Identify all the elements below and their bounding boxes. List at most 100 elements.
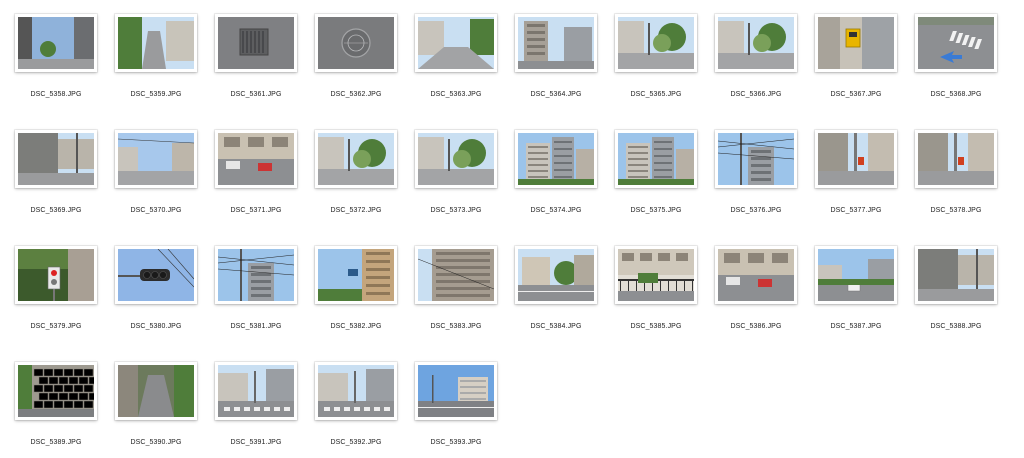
file-name-label[interactable]: DSC_5382.JPG bbox=[306, 323, 406, 330]
file-name-label[interactable]: DSC_5369.JPG bbox=[6, 207, 106, 214]
file-item[interactable]: DSC_5371.JPG bbox=[206, 130, 306, 240]
image-thumbnail[interactable] bbox=[315, 362, 397, 420]
file-name-label[interactable]: DSC_5378.JPG bbox=[906, 207, 1006, 214]
image-thumbnail[interactable] bbox=[15, 130, 97, 188]
file-name-label[interactable]: DSC_5381.JPG bbox=[206, 323, 306, 330]
image-thumbnail[interactable] bbox=[615, 246, 697, 304]
image-thumbnail[interactable] bbox=[415, 246, 497, 304]
image-thumbnail[interactable] bbox=[215, 362, 297, 420]
file-item[interactable]: DSC_5372.JPG bbox=[306, 130, 406, 240]
file-name-label[interactable]: DSC_5385.JPG bbox=[606, 323, 706, 330]
file-item[interactable]: DSC_5375.JPG bbox=[606, 130, 706, 240]
file-name-label[interactable]: DSC_5371.JPG bbox=[206, 207, 306, 214]
file-name-label[interactable]: DSC_5365.JPG bbox=[606, 91, 706, 98]
file-item[interactable]: DSC_5365.JPG bbox=[606, 14, 706, 124]
file-name-label[interactable]: DSC_5390.JPG bbox=[106, 439, 206, 446]
file-name-label[interactable]: DSC_5358.JPG bbox=[6, 91, 106, 98]
image-thumbnail[interactable] bbox=[15, 14, 97, 72]
image-thumbnail[interactable] bbox=[415, 14, 497, 72]
file-name-label[interactable]: DSC_5391.JPG bbox=[206, 439, 306, 446]
file-name-label[interactable]: DSC_5372.JPG bbox=[306, 207, 406, 214]
file-item[interactable]: DSC_5389.JPG bbox=[6, 362, 106, 458]
image-thumbnail[interactable] bbox=[815, 14, 897, 72]
file-name-label[interactable]: DSC_5383.JPG bbox=[406, 323, 506, 330]
file-item[interactable]: DSC_5376.JPG bbox=[706, 130, 806, 240]
image-thumbnail[interactable] bbox=[215, 246, 297, 304]
file-name-label[interactable]: DSC_5387.JPG bbox=[806, 323, 906, 330]
image-thumbnail[interactable] bbox=[115, 14, 197, 72]
image-thumbnail[interactable] bbox=[515, 130, 597, 188]
file-item[interactable]: DSC_5368.JPG bbox=[906, 14, 1006, 124]
file-name-label[interactable]: DSC_5370.JPG bbox=[106, 207, 206, 214]
file-name-label[interactable]: DSC_5389.JPG bbox=[6, 439, 106, 446]
image-thumbnail[interactable] bbox=[715, 246, 797, 304]
file-item[interactable]: DSC_5386.JPG bbox=[706, 246, 806, 356]
file-name-label[interactable]: DSC_5361.JPG bbox=[206, 91, 306, 98]
file-item[interactable]: DSC_5393.JPG bbox=[406, 362, 506, 458]
image-thumbnail[interactable] bbox=[515, 246, 597, 304]
file-name-label[interactable]: DSC_5363.JPG bbox=[406, 91, 506, 98]
file-name-label[interactable]: DSC_5377.JPG bbox=[806, 207, 906, 214]
image-thumbnail[interactable] bbox=[615, 130, 697, 188]
image-thumbnail[interactable] bbox=[715, 14, 797, 72]
file-item[interactable]: DSC_5373.JPG bbox=[406, 130, 506, 240]
file-name-label[interactable]: DSC_5368.JPG bbox=[906, 91, 1006, 98]
file-name-label[interactable]: DSC_5367.JPG bbox=[806, 91, 906, 98]
file-item[interactable]: DSC_5362.JPG bbox=[306, 14, 406, 124]
file-item[interactable]: DSC_5363.JPG bbox=[406, 14, 506, 124]
image-thumbnail[interactable] bbox=[315, 246, 397, 304]
file-item[interactable]: DSC_5392.JPG bbox=[306, 362, 406, 458]
file-name-label[interactable]: DSC_5373.JPG bbox=[406, 207, 506, 214]
file-name-label[interactable]: DSC_5362.JPG bbox=[306, 91, 406, 98]
file-item[interactable]: DSC_5384.JPG bbox=[506, 246, 606, 356]
image-thumbnail[interactable] bbox=[15, 246, 97, 304]
file-item[interactable]: DSC_5382.JPG bbox=[306, 246, 406, 356]
file-name-label[interactable]: DSC_5359.JPG bbox=[106, 91, 206, 98]
file-item[interactable]: DSC_5377.JPG bbox=[806, 130, 906, 240]
file-name-label[interactable]: DSC_5375.JPG bbox=[606, 207, 706, 214]
file-item[interactable]: DSC_5364.JPG bbox=[506, 14, 606, 124]
file-name-label[interactable]: DSC_5376.JPG bbox=[706, 207, 806, 214]
file-item[interactable]: DSC_5358.JPG bbox=[6, 14, 106, 124]
file-item[interactable]: DSC_5391.JPG bbox=[206, 362, 306, 458]
image-thumbnail[interactable] bbox=[815, 130, 897, 188]
file-name-label[interactable]: DSC_5364.JPG bbox=[506, 91, 606, 98]
image-thumbnail[interactable] bbox=[15, 362, 97, 420]
image-thumbnail[interactable] bbox=[315, 14, 397, 72]
image-thumbnail[interactable] bbox=[915, 14, 997, 72]
image-thumbnail[interactable] bbox=[915, 246, 997, 304]
image-thumbnail[interactable] bbox=[915, 130, 997, 188]
image-thumbnail[interactable] bbox=[115, 246, 197, 304]
file-item[interactable]: DSC_5380.JPG bbox=[106, 246, 206, 356]
image-thumbnail[interactable] bbox=[215, 14, 297, 72]
file-name-label[interactable]: DSC_5392.JPG bbox=[306, 439, 406, 446]
file-item[interactable]: DSC_5381.JPG bbox=[206, 246, 306, 356]
file-name-label[interactable]: DSC_5384.JPG bbox=[506, 323, 606, 330]
file-name-label[interactable]: DSC_5374.JPG bbox=[506, 207, 606, 214]
file-item[interactable]: DSC_5388.JPG bbox=[906, 246, 1006, 356]
file-item[interactable]: DSC_5390.JPG bbox=[106, 362, 206, 458]
file-item[interactable]: DSC_5374.JPG bbox=[506, 130, 606, 240]
file-item[interactable]: DSC_5383.JPG bbox=[406, 246, 506, 356]
image-thumbnail[interactable] bbox=[415, 362, 497, 420]
file-name-label[interactable]: DSC_5386.JPG bbox=[706, 323, 806, 330]
image-thumbnail[interactable] bbox=[315, 130, 397, 188]
file-name-label[interactable]: DSC_5393.JPG bbox=[406, 439, 506, 446]
file-name-label[interactable]: DSC_5380.JPG bbox=[106, 323, 206, 330]
image-thumbnail[interactable] bbox=[115, 362, 197, 420]
file-item[interactable]: DSC_5385.JPG bbox=[606, 246, 706, 356]
file-item[interactable]: DSC_5366.JPG bbox=[706, 14, 806, 124]
image-thumbnail[interactable] bbox=[515, 14, 597, 72]
file-name-label[interactable]: DSC_5388.JPG bbox=[906, 323, 1006, 330]
image-thumbnail[interactable] bbox=[115, 130, 197, 188]
file-name-label[interactable]: DSC_5366.JPG bbox=[706, 91, 806, 98]
file-name-label[interactable]: DSC_5379.JPG bbox=[6, 323, 106, 330]
image-thumbnail[interactable] bbox=[615, 14, 697, 72]
image-thumbnail[interactable] bbox=[715, 130, 797, 188]
file-item[interactable]: DSC_5378.JPG bbox=[906, 130, 1006, 240]
file-item[interactable]: DSC_5361.JPG bbox=[206, 14, 306, 124]
image-thumbnail[interactable] bbox=[815, 246, 897, 304]
image-thumbnail[interactable] bbox=[215, 130, 297, 188]
file-item[interactable]: DSC_5370.JPG bbox=[106, 130, 206, 240]
file-item[interactable]: DSC_5359.JPG bbox=[106, 14, 206, 124]
